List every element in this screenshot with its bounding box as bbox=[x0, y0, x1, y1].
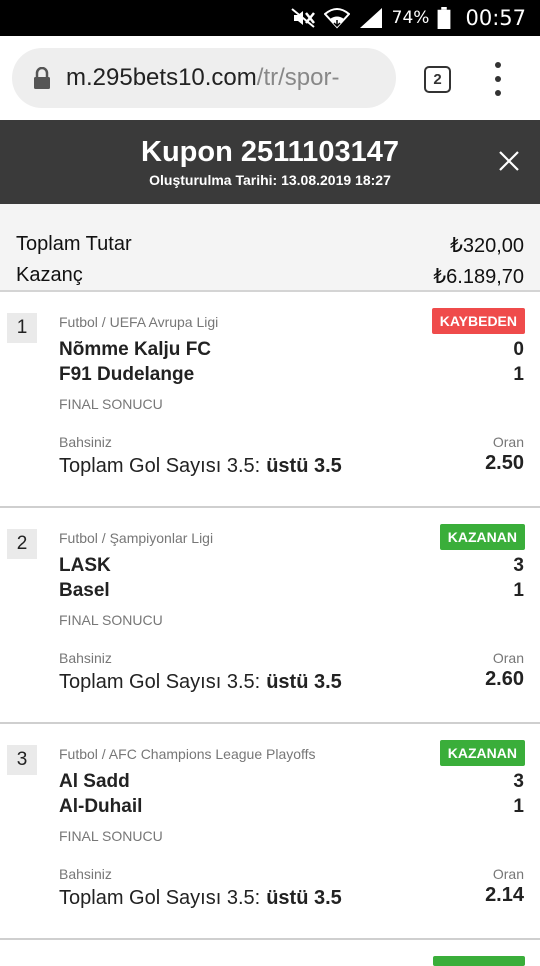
bet-number: 2 bbox=[7, 529, 37, 559]
bet-selection: Toplam Gol Sayısı 3.5: üstü 3.5 bbox=[59, 887, 342, 910]
your-bet-label: Bahsiniz bbox=[59, 866, 112, 882]
away-score: 1 bbox=[513, 580, 524, 601]
coupon-title: Kupon 2511103147 bbox=[141, 136, 399, 168]
total-stake-label: Toplam Tutar bbox=[16, 233, 132, 255]
bet-pick: üstü 3.5 bbox=[266, 671, 342, 693]
signal-icon bbox=[359, 8, 382, 28]
status-badge: KAZANAN bbox=[439, 740, 525, 766]
browser-toolbar: m.295bets10.com/tr/spor- 2 bbox=[0, 36, 540, 120]
home-team: Al Sadd bbox=[59, 771, 130, 792]
bet-card: 1 Futbol / UEFA Avrupa Ligi KAYBEDEN Nõm… bbox=[0, 292, 540, 508]
home-team: Nõmme Kalju FC bbox=[59, 339, 212, 360]
your-bet-label: Bahsiniz bbox=[59, 650, 112, 666]
final-result-label: FINAL SONUCU bbox=[59, 828, 163, 844]
bet-selection: Toplam Gol Sayısı 3.5: üstü 3.5 bbox=[59, 671, 342, 694]
bet-card: 3 Futbol / AFC Champions League Playoffs… bbox=[0, 724, 540, 940]
odds-label: Oran bbox=[492, 650, 524, 666]
bet-pick: üstü 3.5 bbox=[266, 455, 342, 477]
coupon-created-date: Oluşturulma Tarihi: 13.08.2019 18:27 bbox=[149, 172, 391, 188]
home-score: 0 bbox=[513, 339, 524, 360]
home-score: 3 bbox=[513, 555, 524, 576]
more-menu-icon[interactable] bbox=[488, 62, 508, 96]
home-score: 3 bbox=[513, 771, 524, 792]
status-bar: 74% 00:57 bbox=[0, 0, 540, 36]
status-badge: KAYBEDEN bbox=[431, 308, 525, 334]
bet-card: 2 Futbol / Şampiyonlar Ligi KAZANAN LASK… bbox=[0, 508, 540, 724]
away-score: 1 bbox=[513, 796, 524, 817]
bet-league: Futbol / AFC Champions League Playoffs bbox=[59, 746, 316, 762]
bet-pick: üstü 3.5 bbox=[266, 887, 342, 909]
tab-switcher-button[interactable]: 2 bbox=[424, 66, 451, 93]
odds-value: 2.50 bbox=[485, 452, 524, 474]
winnings-value: ₺6.189,70 bbox=[433, 266, 524, 288]
bet-league: Futbol / Şampiyonlar Ligi bbox=[59, 530, 214, 546]
status-badge: KAZANAN bbox=[439, 524, 525, 550]
away-team: F91 Dudelange bbox=[59, 364, 195, 385]
odds-label: Oran bbox=[492, 434, 524, 450]
bet-selection: Toplam Gol Sayısı 3.5: üstü 3.5 bbox=[59, 455, 342, 478]
bet-number: 3 bbox=[7, 745, 37, 775]
address-bar[interactable]: m.295bets10.com/tr/spor- bbox=[12, 48, 396, 108]
battery-icon bbox=[438, 7, 451, 29]
away-score: 1 bbox=[513, 364, 524, 385]
bet-number: 1 bbox=[7, 313, 37, 343]
winnings-row: Kazanç ₺6.189,70 bbox=[16, 264, 524, 289]
bet-market: Toplam Gol Sayısı 3.5: bbox=[59, 455, 261, 477]
home-team: LASK bbox=[59, 555, 111, 576]
odds-value: 2.14 bbox=[485, 884, 524, 906]
your-bet-label: Bahsiniz bbox=[59, 434, 112, 450]
total-stake-row: Toplam Tutar ₺320,00 bbox=[16, 233, 524, 258]
bet-league: Futbol / UEFA Avrupa Ligi bbox=[59, 314, 219, 330]
url-domain: m.295bets10.com bbox=[66, 64, 257, 91]
next-status-badge bbox=[433, 956, 525, 966]
url-text: m.295bets10.com/tr/spor- bbox=[66, 64, 339, 92]
winnings-label: Kazanç bbox=[16, 264, 83, 286]
clock: 00:57 bbox=[465, 6, 526, 30]
away-team: Al-Duhail bbox=[59, 796, 143, 817]
bet-market: Toplam Gol Sayısı 3.5: bbox=[59, 671, 261, 693]
wifi-icon bbox=[323, 8, 350, 29]
mute-icon bbox=[291, 8, 315, 28]
coupon-header: Kupon 2511103147 Oluşturulma Tarihi: 13.… bbox=[0, 120, 540, 204]
final-result-label: FINAL SONUCU bbox=[59, 612, 163, 628]
battery-percent: 74% bbox=[391, 8, 430, 28]
lock-icon bbox=[34, 67, 50, 89]
bet-market: Toplam Gol Sayısı 3.5: bbox=[59, 887, 261, 909]
odds-value: 2.60 bbox=[485, 668, 524, 690]
odds-label: Oran bbox=[492, 866, 524, 882]
url-path: /tr/spor- bbox=[256, 64, 340, 91]
away-team: Basel bbox=[59, 580, 110, 601]
total-stake-value: ₺320,00 bbox=[450, 235, 524, 257]
close-icon[interactable] bbox=[494, 146, 524, 176]
coupon-summary: Toplam Tutar ₺320,00 Kazanç ₺6.189,70 bbox=[0, 204, 540, 292]
final-result-label: FINAL SONUCU bbox=[59, 396, 163, 412]
